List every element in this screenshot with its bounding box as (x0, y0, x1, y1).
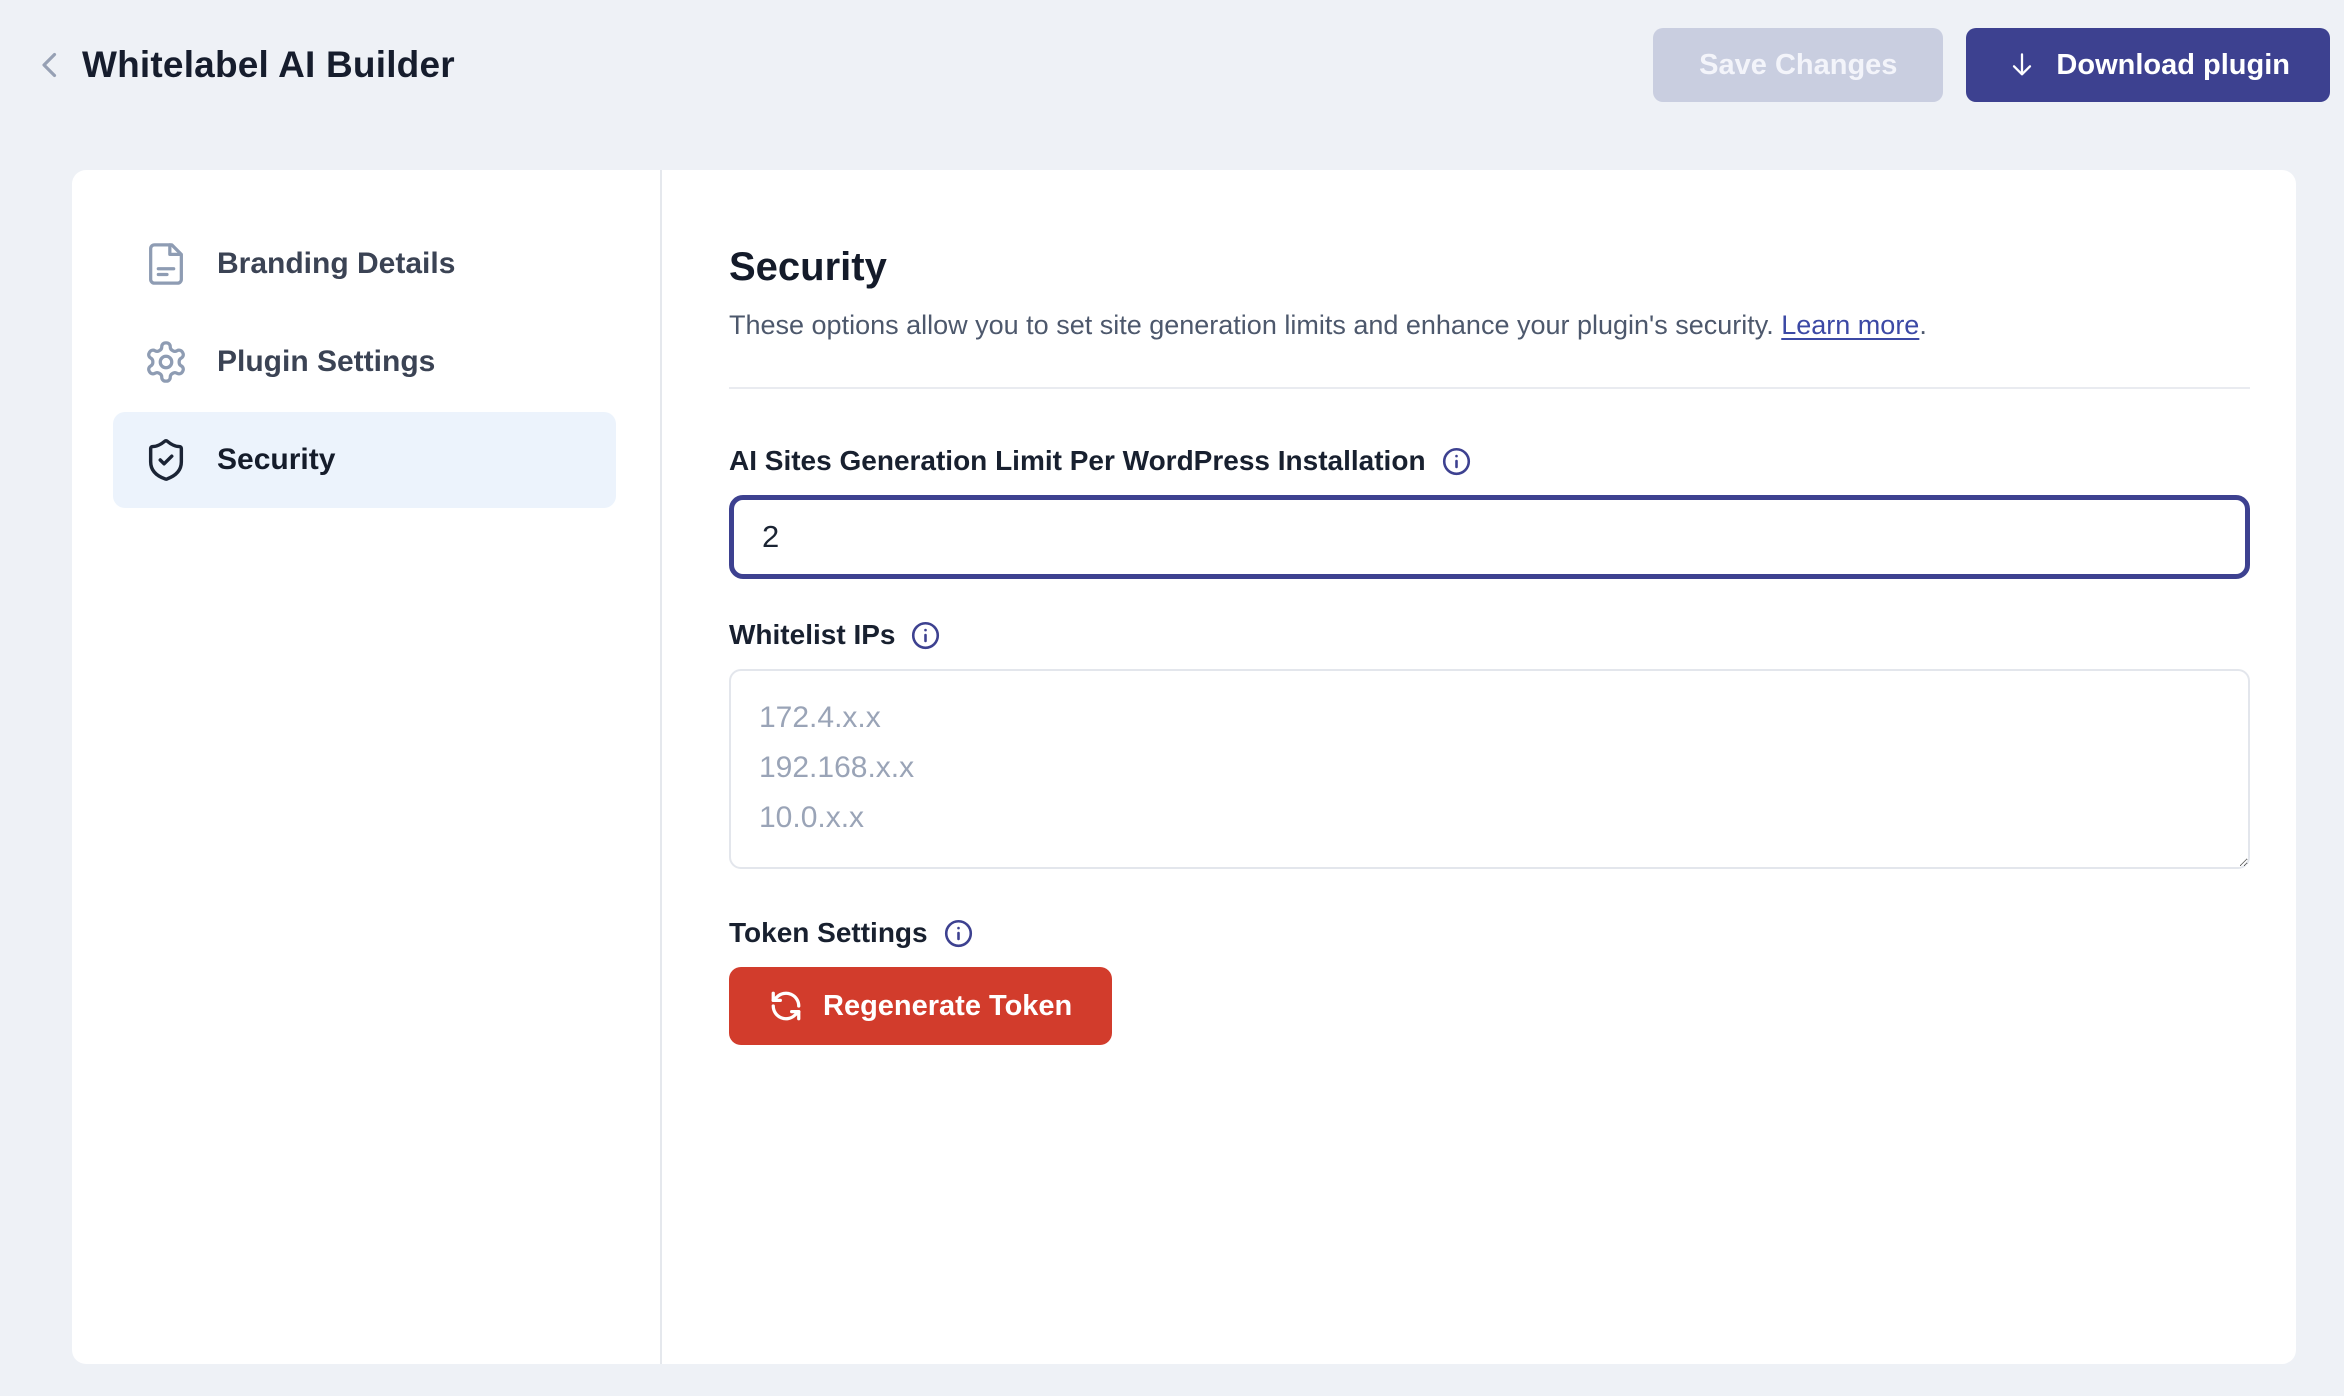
sidebar-item-label: Plugin Settings (217, 345, 435, 379)
token-settings-label-text: Token Settings (729, 917, 928, 949)
token-settings-label: Token Settings (729, 917, 2250, 949)
description-text: These options allow you to set site gene… (729, 310, 1774, 340)
generation-limit-label: AI Sites Generation Limit Per WordPress … (729, 445, 2250, 477)
description-period: . (1919, 310, 1927, 340)
sidebar-item-branding-details[interactable]: Branding Details (113, 216, 616, 312)
section-heading: Security (729, 245, 2250, 290)
sidebar-item-label: Branding Details (217, 247, 455, 281)
sidebar-item-plugin-settings[interactable]: Plugin Settings (113, 314, 616, 410)
header-actions: Save Changes Download plugin (1653, 28, 2330, 102)
save-changes-button[interactable]: Save Changes (1653, 28, 1943, 102)
whitelist-ips-label-text: Whitelist IPs (729, 619, 895, 651)
sidebar-item-label: Security (217, 443, 335, 477)
learn-more-link[interactable]: Learn more (1781, 310, 1919, 340)
gear-icon (143, 339, 189, 385)
document-icon (143, 241, 189, 287)
whitelist-ips-label: Whitelist IPs (729, 619, 2250, 651)
refresh-icon (769, 989, 803, 1023)
generation-limit-input[interactable] (729, 495, 2250, 579)
sidebar: Branding Details Plugin Settings Securit… (72, 170, 660, 1364)
shield-check-icon (143, 437, 189, 483)
settings-card: Branding Details Plugin Settings Securit… (72, 170, 2296, 1364)
header: Whitelabel AI Builder Save Changes Downl… (0, 0, 2344, 130)
download-plugin-label: Download plugin (2056, 49, 2290, 82)
download-plugin-button[interactable]: Download plugin (1966, 28, 2330, 102)
section-divider (729, 387, 2250, 389)
info-icon[interactable] (1441, 446, 1472, 477)
regenerate-token-button[interactable]: Regenerate Token (729, 967, 1112, 1045)
generation-limit-label-text: AI Sites Generation Limit Per WordPress … (729, 445, 1426, 477)
section-description: These options allow you to set site gene… (729, 310, 2250, 341)
info-icon[interactable] (910, 620, 941, 651)
info-icon[interactable] (943, 918, 974, 949)
page-title: Whitelabel AI Builder (82, 44, 455, 86)
security-panel: Security These options allow you to set … (662, 170, 2296, 1364)
regenerate-token-label: Regenerate Token (823, 990, 1072, 1023)
chevron-left-icon (32, 47, 68, 83)
back-button[interactable] (26, 41, 74, 89)
sidebar-item-security[interactable]: Security (113, 412, 616, 508)
whitelist-ips-textarea[interactable] (729, 669, 2250, 869)
download-arrow-icon (2006, 49, 2038, 81)
